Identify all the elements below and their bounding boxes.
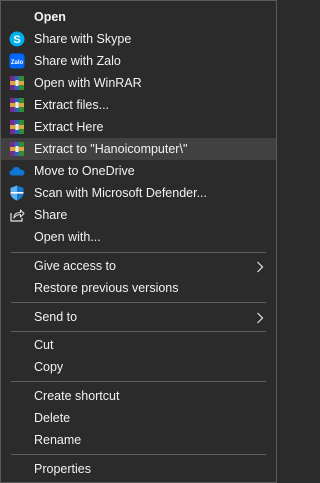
menu-item-properties[interactable]: Properties bbox=[1, 458, 276, 480]
svg-text:S: S bbox=[13, 34, 20, 46]
menu-item-share-zalo[interactable]: Zalo Share with Zalo bbox=[1, 50, 276, 72]
menu-separator bbox=[11, 252, 266, 253]
menu-item-label: Delete bbox=[34, 411, 71, 425]
menu-item-label: Move to OneDrive bbox=[34, 164, 135, 178]
menu-item-label: Properties bbox=[34, 462, 91, 476]
menu-item-move-onedrive[interactable]: Move to OneDrive bbox=[1, 160, 276, 182]
menu-item-label: Scan with Microsoft Defender... bbox=[34, 186, 207, 200]
menu-item-extract-here[interactable]: Extract Here bbox=[1, 116, 276, 138]
menu-item-label: Create shortcut bbox=[34, 389, 120, 403]
menu-item-delete[interactable]: Delete bbox=[1, 407, 276, 429]
menu-item-give-access[interactable]: Give access to bbox=[1, 255, 276, 277]
chevron-right-icon bbox=[256, 260, 264, 273]
menu-item-share[interactable]: Share bbox=[1, 204, 276, 226]
menu-item-label: Extract Here bbox=[34, 120, 104, 134]
menu-item-send-to[interactable]: Send to bbox=[1, 306, 276, 328]
menu-separator bbox=[11, 381, 266, 382]
menu-item-restore-versions[interactable]: Restore previous versions bbox=[1, 277, 276, 299]
menu-item-label: Share bbox=[34, 208, 68, 222]
menu-item-extract-files[interactable]: Extract files... bbox=[1, 94, 276, 116]
winrar-icon bbox=[9, 97, 25, 113]
menu-separator bbox=[11, 331, 266, 332]
share-icon bbox=[9, 207, 25, 223]
menu-item-label: Open bbox=[34, 10, 66, 24]
menu-item-open-with[interactable]: Open with... bbox=[1, 226, 276, 248]
menu-separator bbox=[11, 454, 266, 455]
chevron-right-icon bbox=[256, 311, 264, 324]
menu-item-label: Share with Skype bbox=[34, 32, 132, 46]
winrar-icon bbox=[9, 141, 25, 157]
defender-icon bbox=[9, 185, 25, 201]
svg-text:Zalo: Zalo bbox=[11, 60, 24, 66]
menu-item-open[interactable]: Open bbox=[1, 6, 276, 28]
menu-item-label: Share with Zalo bbox=[34, 54, 121, 68]
menu-item-share-skype[interactable]: S Share with Skype bbox=[1, 28, 276, 50]
menu-item-extract-to[interactable]: Extract to "Hanoicomputer\" bbox=[1, 138, 276, 160]
zalo-icon: Zalo bbox=[9, 53, 25, 69]
menu-item-label: Extract to "Hanoicomputer\" bbox=[34, 142, 188, 156]
menu-item-scan-defender[interactable]: Scan with Microsoft Defender... bbox=[1, 182, 276, 204]
menu-item-cut[interactable]: Cut bbox=[1, 334, 276, 356]
menu-item-label: Rename bbox=[34, 433, 82, 447]
menu-item-label: Give access to bbox=[34, 259, 116, 273]
menu-separator bbox=[11, 302, 266, 303]
menu-item-open-winrar[interactable]: Open with WinRAR bbox=[1, 72, 276, 94]
menu-item-label: Cut bbox=[34, 338, 54, 352]
skype-icon: S bbox=[9, 31, 25, 47]
onedrive-icon bbox=[9, 163, 25, 179]
menu-item-create-shortcut[interactable]: Create shortcut bbox=[1, 385, 276, 407]
menu-item-label: Open with... bbox=[34, 230, 101, 244]
menu-item-label: Extract files... bbox=[34, 98, 110, 112]
menu-item-label: Send to bbox=[34, 310, 78, 324]
menu-item-label: Restore previous versions bbox=[34, 281, 179, 295]
winrar-icon bbox=[9, 75, 25, 91]
menu-item-label: Open with WinRAR bbox=[34, 76, 142, 90]
context-menu: Open S Share with Skype Zalo Share with … bbox=[0, 0, 277, 483]
menu-item-rename[interactable]: Rename bbox=[1, 429, 276, 451]
menu-item-label: Copy bbox=[34, 360, 64, 374]
menu-item-copy[interactable]: Copy bbox=[1, 356, 276, 378]
winrar-icon bbox=[9, 119, 25, 135]
